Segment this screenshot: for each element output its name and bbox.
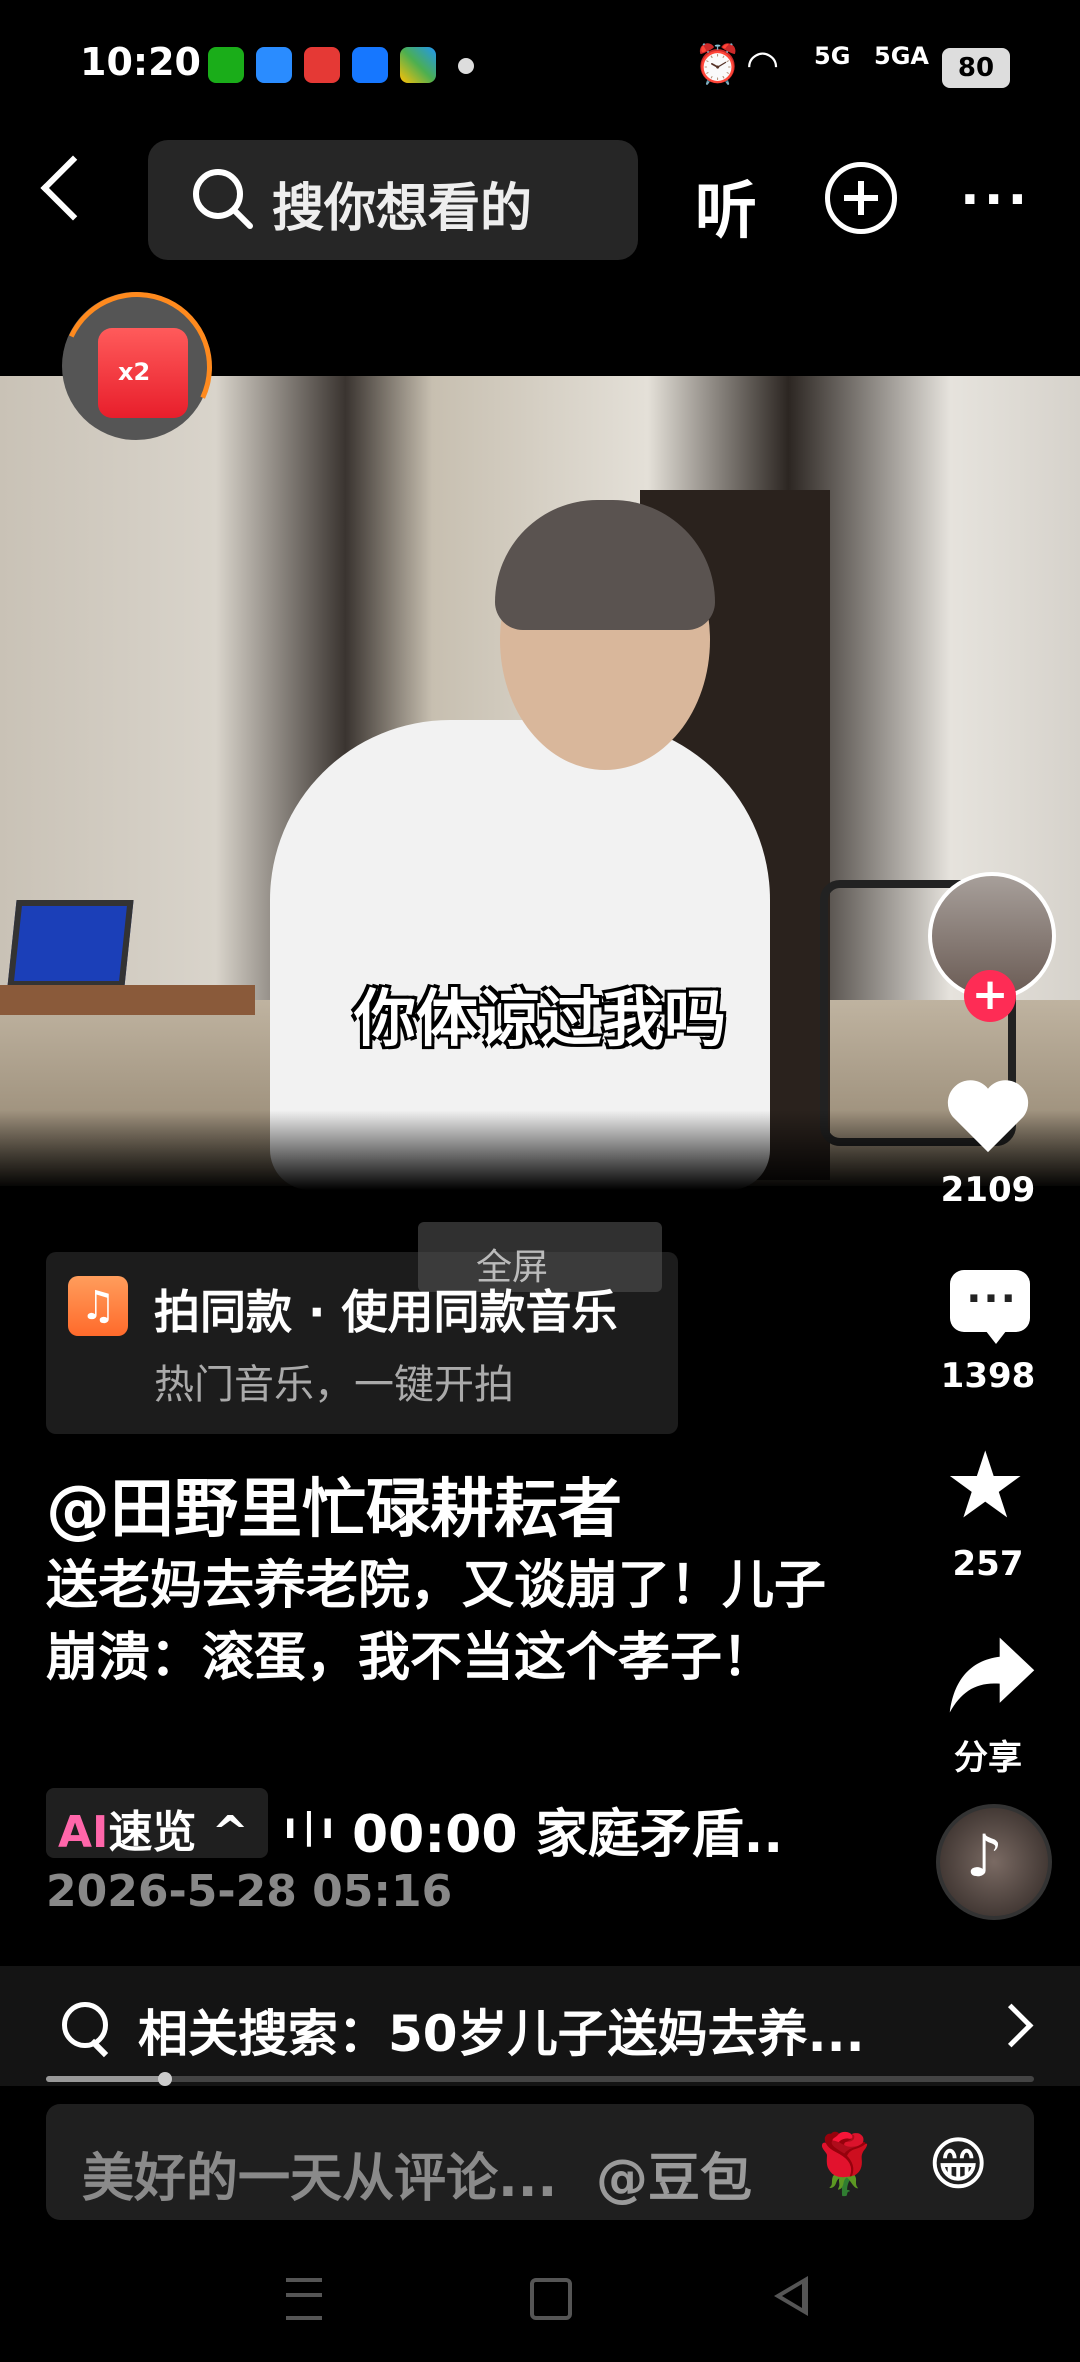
- more-options-icon[interactable]: ···: [960, 170, 1031, 230]
- home-button[interactable]: [530, 2278, 572, 2320]
- favorite-icon[interactable]: ★: [944, 1440, 1026, 1532]
- video-description[interactable]: 送老妈去养老院，又谈崩了！儿子崩溃：滚蛋，我不当这个孝子！: [46, 1550, 846, 1694]
- video-subtitle: 你体谅过我吗: [353, 982, 726, 1055]
- follow-button[interactable]: +: [964, 970, 1016, 1022]
- listen-button[interactable]: 听: [695, 160, 757, 250]
- search-icon: [62, 2002, 108, 2048]
- related-search-text: 相关搜索：50岁儿子送妈去养...: [138, 2005, 865, 2063]
- audio-wave-icon: ı|ı: [284, 1806, 340, 1847]
- chevron-up-icon: ^: [211, 1807, 249, 1858]
- like-count: 2109: [940, 1170, 1036, 1210]
- comment-placeholder: 美好的一天从评论...: [82, 2149, 558, 2209]
- ai-prefix: AI: [58, 1807, 109, 1858]
- music-card-title: 拍同款 · 使用同款音乐: [154, 1285, 618, 1339]
- search-icon: [193, 169, 253, 229]
- music-card-subtitle: 热门音乐，一键开拍: [154, 1362, 514, 1408]
- browser-icon: [256, 47, 292, 83]
- toutiao-icon: [304, 47, 340, 83]
- red-packet-multiplier: x2: [118, 358, 151, 386]
- comment-count: 1398: [940, 1356, 1036, 1396]
- author-name[interactable]: @田野里忙碌耕耘者: [46, 1458, 622, 1550]
- notification-dot: [458, 58, 474, 74]
- favorite-count: 257: [952, 1544, 1024, 1584]
- recent-apps-button[interactable]: [286, 2278, 322, 2320]
- signal-5ga-label: 5GA: [874, 42, 929, 70]
- status-time: 10:20: [80, 40, 201, 84]
- alarm-icon: ⏰: [694, 42, 742, 86]
- video-progress-track[interactable]: [46, 2076, 1034, 2082]
- rose-emoji-icon[interactable]: 🌹: [808, 2130, 880, 2199]
- battery-indicator: 80: [942, 48, 1010, 88]
- mention-doubao[interactable]: @豆包: [596, 2136, 752, 2211]
- wechat-icon: [208, 47, 244, 83]
- share-icon[interactable]: [944, 1628, 1040, 1724]
- post-date: 2026-5-28 05:16: [46, 1866, 453, 1917]
- music-icon: ♫: [68, 1276, 128, 1336]
- ai-summary-text[interactable]: 00:00 家庭矛盾..: [352, 1792, 783, 1867]
- back-icon[interactable]: [40, 155, 106, 221]
- wifi-icon: ◠: [748, 42, 778, 86]
- search-placeholder: 搜你想看的: [272, 179, 533, 239]
- gallery-icon: [400, 47, 436, 83]
- add-button[interactable]: [825, 162, 897, 234]
- alipay-icon: [352, 47, 388, 83]
- ai-label: 速览: [108, 1807, 197, 1858]
- grin-emoji-icon[interactable]: 😁: [928, 2130, 988, 2198]
- signal-5g-label: 5G: [814, 42, 851, 70]
- like-icon[interactable]: [944, 1072, 1032, 1160]
- share-label: 分享: [954, 1738, 1022, 1778]
- video-progress-handle[interactable]: [157, 2072, 172, 2086]
- video-progress-fill: [46, 2076, 165, 2082]
- music-note-icon: ♪: [966, 1822, 1004, 1890]
